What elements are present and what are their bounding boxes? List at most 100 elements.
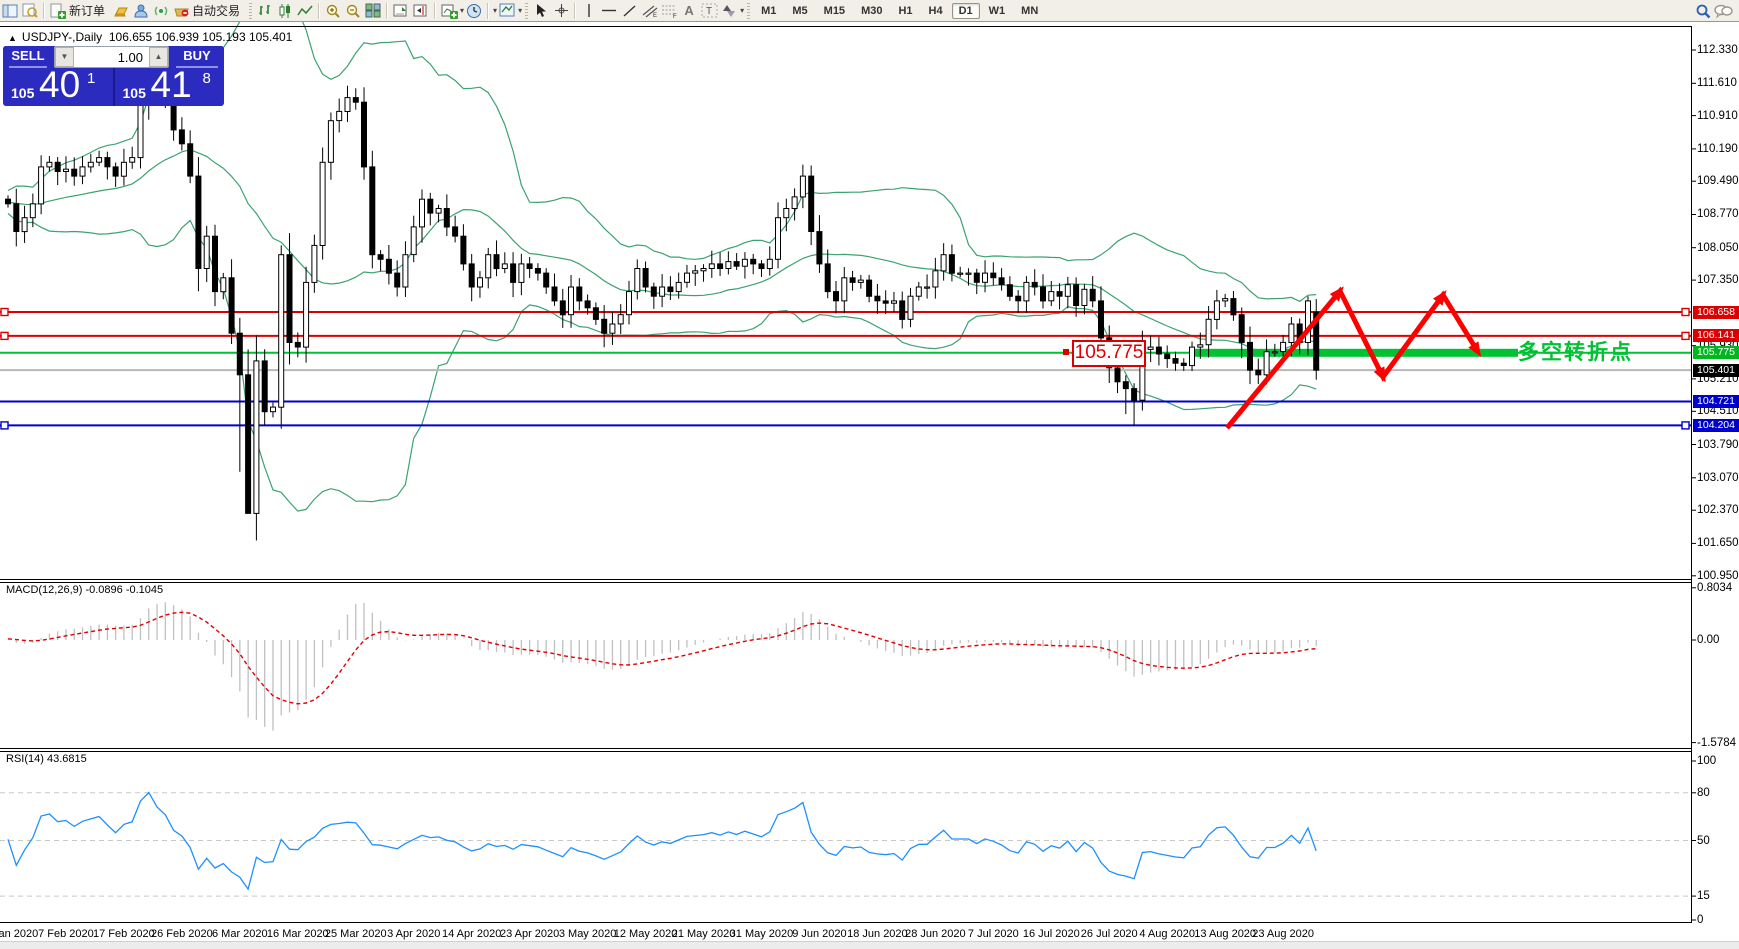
candle [203,235,210,269]
candle [576,286,583,302]
new-order-button[interactable]: 新订单 [69,2,105,19]
candle [96,157,103,163]
candle [534,268,541,274]
templates-icon[interactable] [497,2,517,20]
vertical-line-icon[interactable] [579,2,599,20]
horizontal-line-icon[interactable] [599,2,619,20]
candle [29,203,36,219]
candle [79,166,86,177]
candle [741,258,748,267]
timeframe-button-m30[interactable]: M30 [854,3,889,19]
bar-chart-icon[interactable] [255,2,275,20]
candle [485,254,492,279]
candle [874,295,881,302]
tile-windows-icon[interactable] [363,2,383,20]
line-handle[interactable] [0,421,9,430]
timeframe-button-h4[interactable]: H4 [922,3,950,19]
candle [112,166,119,177]
line-handle[interactable] [1681,421,1690,430]
pivot-zone-bar[interactable] [1195,348,1518,357]
candle [932,270,939,288]
price-axis-label: 15 [1697,890,1710,903]
candle [460,235,467,265]
candle [270,406,276,413]
candle [1081,288,1088,306]
timeframe-button-m5[interactable]: M5 [785,3,814,19]
price-badge: 105.775 [1693,346,1739,360]
cursor-icon[interactable] [531,2,551,20]
pivot-annotation-text[interactable]: 多空转折点 [1518,336,1633,366]
price-axis-label: 50 [1697,834,1710,847]
line-handle[interactable] [0,331,9,341]
candle [286,254,293,343]
trendline-icon[interactable] [619,2,639,20]
candle [816,231,823,265]
candle [394,272,401,288]
candle [1263,351,1270,376]
candle [675,281,682,293]
charts-window-icon[interactable] [0,2,20,20]
candle [1073,284,1080,307]
market-watch-icon[interactable] [20,2,40,20]
sell-price[interactable]: 105 40 1 [3,64,113,106]
line-handle[interactable] [0,307,9,317]
channel-icon[interactable]: E [639,2,659,20]
collapse-arrow-icon[interactable]: ▲ [8,33,17,43]
text-icon[interactable]: A [679,2,699,20]
search-icon[interactable] [1693,2,1713,20]
autotrading-button[interactable]: 自动交易 [192,2,240,19]
toolbar-separator [43,2,45,19]
volume-input[interactable] [74,47,149,67]
auto-arrange-icon[interactable] [391,2,411,20]
label-icon[interactable]: T [699,2,719,20]
gold-icon[interactable] [111,2,131,20]
timeframe-bar: M1 M5 M15 M30 H1 H4 D1 W1 MN [753,2,1046,19]
line-handle[interactable] [1681,331,1690,341]
new-chart-icon[interactable] [439,2,459,20]
candle [791,196,798,209]
timeframe-button-m1[interactable]: M1 [754,3,783,19]
candle [891,300,897,304]
x-axis-label: 12 May 2020 [613,928,678,940]
price-level-tag[interactable]: 105.775 [1072,340,1146,367]
timeframe-button-w1[interactable]: W1 [982,3,1013,19]
line-chart-icon[interactable] [295,2,315,20]
candle [510,263,517,283]
zoom-out-icon[interactable] [343,2,363,20]
chart-shift-icon[interactable] [411,2,431,20]
clock-icon[interactable] [464,2,484,20]
community-icon[interactable] [131,2,151,20]
fibonacci-icon[interactable]: F [659,2,679,20]
price-badge: 104.204 [1693,418,1739,432]
zoom-in-icon[interactable] [323,2,343,20]
market-basket-icon[interactable] [171,2,191,20]
x-axis-label: 28 Jun 2020 [905,928,966,940]
chat-icon[interactable] [1713,2,1733,20]
chevron-down-icon[interactable]: ▾ [518,6,522,15]
new-order-icon[interactable] [48,2,68,20]
price-axis-label: 111.610 [1697,77,1737,90]
chevron-down-icon[interactable]: ▾ [740,6,744,15]
timeframe-button-d1[interactable]: D1 [951,2,980,19]
candle [336,110,343,122]
toolbar-separator [574,2,577,19]
timeframe-button-h1[interactable]: H1 [891,3,919,19]
line-handle[interactable] [1681,307,1690,317]
candle [303,281,310,348]
candle [352,97,359,103]
timeframe-button-m15[interactable]: M15 [817,3,852,19]
candlestick-icon[interactable] [275,2,295,20]
chart-area[interactable]: ▲ USDJPY-,Daily 106.655 106.939 105.193 1… [0,22,1739,949]
timeframe-button-mn[interactable]: MN [1014,3,1045,19]
chart-plot[interactable] [0,22,1739,949]
candle [1131,388,1138,401]
signals-icon[interactable] [151,2,171,20]
buy-price[interactable]: 105 41 8 [115,64,225,106]
candle [857,279,864,283]
shapes-icon[interactable] [719,2,739,20]
candle [799,175,806,198]
candle [402,254,409,288]
candle [866,279,873,297]
crosshair-icon[interactable] [551,2,571,20]
candle [849,277,856,283]
